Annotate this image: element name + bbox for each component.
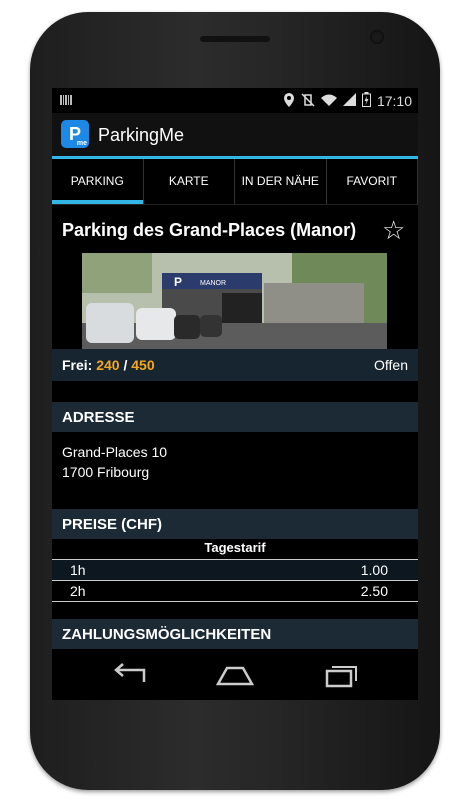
free-label: Frei:	[62, 357, 93, 373]
wifi-icon	[320, 93, 337, 109]
back-icon[interactable]	[110, 662, 150, 688]
price-duration: 1h	[70, 562, 86, 578]
tab-in-der-naehe[interactable]: IN DER NÄHE	[235, 159, 327, 204]
location-icon	[283, 92, 295, 110]
parking-title: Parking des Grand-Places (Manor)	[62, 220, 357, 240]
sign-p-text: P	[174, 275, 182, 289]
price-value: 2.50	[360, 583, 388, 599]
action-bar: Pme ParkingMe	[52, 113, 418, 159]
section-header-address: ADRESSE	[52, 402, 418, 432]
favorite-star-icon[interactable]: ☆	[382, 215, 405, 246]
price-duration: 2h	[70, 583, 86, 599]
navigation-bar	[52, 650, 418, 700]
section-header-payment: ZAHLUNGSMÖGLICHKEITEN	[52, 619, 418, 649]
price-table-header: Tagestarif	[52, 540, 418, 560]
tab-karte[interactable]: KARTE	[144, 159, 235, 204]
app-icon[interactable]: Pme	[61, 120, 89, 148]
earpiece	[200, 36, 270, 42]
address-line-2: 1700 Fribourg	[62, 464, 150, 480]
tab-parking[interactable]: PARKING	[52, 159, 144, 204]
sign-manor-text: MANOR	[200, 280, 226, 287]
clock: 17:10	[376, 93, 412, 109]
count-separator: /	[123, 357, 128, 373]
home-icon[interactable]	[215, 662, 255, 688]
tab-favorit[interactable]: FAVORIT	[327, 159, 418, 204]
total-count: 450	[131, 357, 155, 373]
screen: 17:10 Pme ParkingMe PARKING KARTE IN DER…	[52, 88, 418, 700]
price-value: 1.00	[360, 562, 388, 578]
open-status: Offen	[374, 357, 408, 373]
section-title-address: ADRESSE	[62, 409, 135, 426]
table-row: 2h 2.50	[52, 581, 418, 602]
front-camera	[370, 30, 384, 44]
app-title: ParkingMe	[98, 125, 185, 145]
app-icon-sub: me	[76, 140, 87, 147]
recent-apps-icon[interactable]	[323, 662, 363, 688]
signal-icon	[342, 93, 356, 109]
status-bar: 17:10	[52, 88, 418, 113]
table-row: 1h 1.00	[52, 560, 418, 581]
battery-charging-icon	[361, 92, 371, 110]
section-header-prices: PREISE (CHF)	[52, 509, 418, 539]
availability-bar: Frei: 240 / 450 Offen	[52, 349, 418, 381]
section-title-payment: ZAHLUNGSMÖGLICHKEITEN	[62, 626, 272, 643]
address-block: Grand-Places 10 1700 Fribourg	[62, 442, 167, 482]
parking-photo: P MANOR	[82, 253, 387, 349]
barcode-icon	[60, 93, 72, 109]
section-title-prices: PREISE (CHF)	[62, 516, 163, 533]
tab-bar: PARKING KARTE IN DER NÄHE FAVORIT	[52, 159, 418, 205]
address-line-1: Grand-Places 10	[62, 444, 168, 460]
vibrate-off-icon	[301, 92, 315, 110]
free-count: 240	[96, 357, 120, 373]
